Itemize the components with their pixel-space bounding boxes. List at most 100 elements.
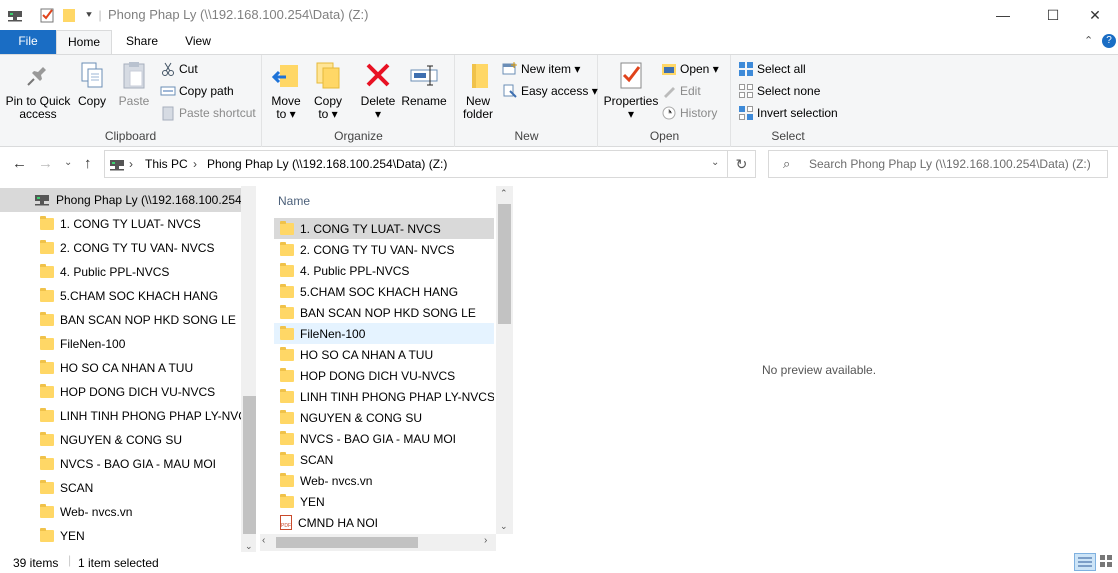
tab-home[interactable]: Home xyxy=(56,30,112,55)
paste-button[interactable]: Paste xyxy=(114,59,154,108)
file-list-item[interactable]: 4. Public PPL-NVCS xyxy=(274,260,494,281)
file-list-pane[interactable]: Name 1. CONG TY LUAT- NVCS 2. CONG TY TU … xyxy=(260,186,513,552)
file-hscrollbar[interactable]: ‹ › xyxy=(260,534,496,551)
up-arrow-icon[interactable]: ↑ xyxy=(84,155,92,172)
nav-folder-item[interactable]: SCAN xyxy=(0,476,241,500)
file-list-item[interactable]: 5.CHAM SOC KHACH HANG xyxy=(274,281,494,302)
copy-path-button[interactable]: Copy path xyxy=(160,81,234,101)
rename-button[interactable]: Rename xyxy=(401,59,447,108)
nav-root-drive[interactable]: Phong Phap Ly (\\192.168.100.254\Data) (… xyxy=(0,188,241,212)
copy-button[interactable]: Copy xyxy=(74,59,110,108)
nav-folder-item[interactable]: HO SO CA NHAN A TUU xyxy=(0,356,241,380)
folder-icon xyxy=(40,336,54,350)
help-icon[interactable]: ? xyxy=(1102,34,1116,48)
close-button[interactable]: ✕ xyxy=(1072,0,1118,30)
minimize-button[interactable]: — xyxy=(980,0,1026,30)
preview-pane: No preview available. xyxy=(513,186,1118,552)
folder-icon xyxy=(40,432,54,446)
hscroll-left-icon[interactable]: ‹ xyxy=(262,535,265,546)
search-input[interactable]: ⌕ Search Phong Phap Ly (\\192.168.100.25… xyxy=(768,150,1108,178)
breadcrumb-drive[interactable]: Phong Phap Ly (\\192.168.100.254\Data) (… xyxy=(207,157,447,171)
file-list-item[interactable]: 2. CONG TY TU VAN- NVCS xyxy=(274,239,494,260)
delete-button[interactable]: Delete ▾ xyxy=(359,59,397,121)
status-bar: 39 items | 1 item selected xyxy=(0,552,1118,573)
file-list-item[interactable]: NVCS - BAO GIA - MAU MOI xyxy=(274,428,494,449)
details-view-button[interactable] xyxy=(1074,553,1096,571)
tab-view[interactable]: View xyxy=(170,30,226,54)
search-icon: ⌕ xyxy=(783,156,791,171)
customize-toolbar-icon[interactable]: ⯆ xyxy=(82,6,96,24)
cut-button[interactable]: Cut xyxy=(160,59,198,79)
nav-folder-item[interactable]: 4. Public PPL-NVCS xyxy=(0,260,241,284)
nav-folder-item[interactable]: BAN SCAN NOP HKD SONG LE xyxy=(0,308,241,332)
select-all-button[interactable]: Select all xyxy=(738,59,806,79)
move-to-button[interactable]: Move to ▾ xyxy=(267,59,305,121)
drive-icon xyxy=(34,192,50,209)
nav-folder-item[interactable]: 2. CONG TY TU VAN- NVCS xyxy=(0,236,241,260)
nav-folder-item[interactable]: YEN xyxy=(0,524,241,548)
file-hscroll-thumb[interactable] xyxy=(276,537,418,548)
properties-button[interactable]: Properties ▾ xyxy=(601,59,661,121)
nav-scroll-down-icon[interactable]: ⌄ xyxy=(245,541,253,552)
file-list-item[interactable]: SCAN xyxy=(274,449,494,470)
file-list-item[interactable]: HOP DONG DICH VU-NVCS xyxy=(274,365,494,386)
address-dropdown-icon[interactable]: ⌄ xyxy=(711,157,719,168)
file-list-item[interactable]: FileNen-100 xyxy=(274,323,494,344)
file-list-item[interactable]: NGUYEN & CONG SU xyxy=(274,407,494,428)
history-button[interactable]: History xyxy=(661,103,717,123)
delete-label-2: ▾ xyxy=(374,107,382,121)
file-list-item[interactable]: YEN xyxy=(274,491,494,512)
forward-arrow-icon[interactable]: → xyxy=(38,155,53,172)
file-list-item[interactable]: 1. CONG TY LUAT- NVCS xyxy=(274,218,494,239)
breadcrumb-this-pc[interactable]: This PC xyxy=(145,157,188,171)
recent-locations-icon[interactable]: ⌄ xyxy=(64,157,72,168)
address-bar[interactable]: › This PC › Phong Phap Ly (\\192.168.100… xyxy=(104,150,756,178)
select-none-button[interactable]: Select none xyxy=(738,81,820,101)
column-header-name[interactable]: Name xyxy=(278,194,310,208)
drive-icon[interactable] xyxy=(6,6,24,24)
edit-button[interactable]: Edit xyxy=(661,81,701,101)
file-scroll-up-icon[interactable]: ⌃ xyxy=(500,188,508,199)
tab-file[interactable]: File xyxy=(0,30,56,54)
paste-shortcut-button[interactable]: Paste shortcut xyxy=(160,103,256,123)
file-list-item[interactable]: Web- nvcs.vn xyxy=(274,470,494,491)
nav-scroll-thumb[interactable] xyxy=(243,396,256,534)
open-button[interactable]: Open ▾ xyxy=(661,59,719,79)
new-folder-button[interactable]: New folder xyxy=(458,59,498,121)
new-folder-quick-icon[interactable] xyxy=(60,6,78,24)
back-arrow-icon[interactable]: ← xyxy=(12,155,27,172)
window-title: Phong Phap Ly (\\192.168.100.254\Data) (… xyxy=(108,7,369,22)
nav-folder-item[interactable]: NGUYEN & CONG SU xyxy=(0,428,241,452)
copy-label: Copy xyxy=(77,94,106,108)
pin-to-quick-access-button[interactable]: Pin to Quick access xyxy=(4,59,72,121)
nav-folder-item[interactable]: NVCS - BAO GIA - MAU MOI xyxy=(0,452,241,476)
nav-folder-item[interactable]: 5.CHAM SOC KHACH HANG xyxy=(0,284,241,308)
nav-folder-item[interactable]: Web- nvcs.vn xyxy=(0,500,241,524)
nav-folder-item[interactable]: 1. CONG TY LUAT- NVCS xyxy=(0,212,241,236)
file-scroll-down-icon[interactable]: ⌄ xyxy=(500,521,508,532)
nav-scrollbar[interactable]: ⌄ xyxy=(241,186,256,552)
collapse-ribbon-icon[interactable]: ⌃ xyxy=(1084,34,1093,47)
select-all-icon xyxy=(738,61,754,77)
properties-quick-icon[interactable] xyxy=(38,6,56,24)
nav-folder-item[interactable]: HOP DONG DICH VU-NVCS xyxy=(0,380,241,404)
invert-selection-button[interactable]: Invert selection xyxy=(738,103,838,123)
tab-share[interactable]: Share xyxy=(114,30,170,54)
copy-to-button[interactable]: Copy to ▾ xyxy=(309,59,347,121)
file-scroll-thumb[interactable] xyxy=(498,204,511,324)
file-scrollbar[interactable]: ⌃ ⌄ xyxy=(496,186,513,534)
easy-access-button[interactable]: Easy access ▾ xyxy=(502,81,598,101)
maximize-button[interactable]: ☐ xyxy=(1030,0,1076,30)
hscroll-right-icon[interactable]: › xyxy=(484,535,487,546)
folder-icon xyxy=(280,220,294,235)
navigation-pane[interactable]: Phong Phap Ly (\\192.168.100.254\Data) (… xyxy=(0,186,256,552)
nav-folder-item[interactable]: LINH TINH PHONG PHAP LY-NVCS xyxy=(0,404,241,428)
refresh-icon[interactable]: ↻ xyxy=(727,151,755,177)
file-list-item[interactable]: BAN SCAN NOP HKD SONG LE xyxy=(274,302,494,323)
file-list-item[interactable]: HO SO CA NHAN A TUU xyxy=(274,344,494,365)
large-icons-view-button[interactable] xyxy=(1098,553,1116,571)
file-list-item[interactable]: PDF CMND HA NOI xyxy=(274,512,494,533)
file-list-item[interactable]: LINH TINH PHONG PHAP LY-NVCS xyxy=(274,386,494,407)
new-item-button[interactable]: New item ▾ xyxy=(502,59,580,79)
nav-folder-item[interactable]: FileNen-100 xyxy=(0,332,241,356)
